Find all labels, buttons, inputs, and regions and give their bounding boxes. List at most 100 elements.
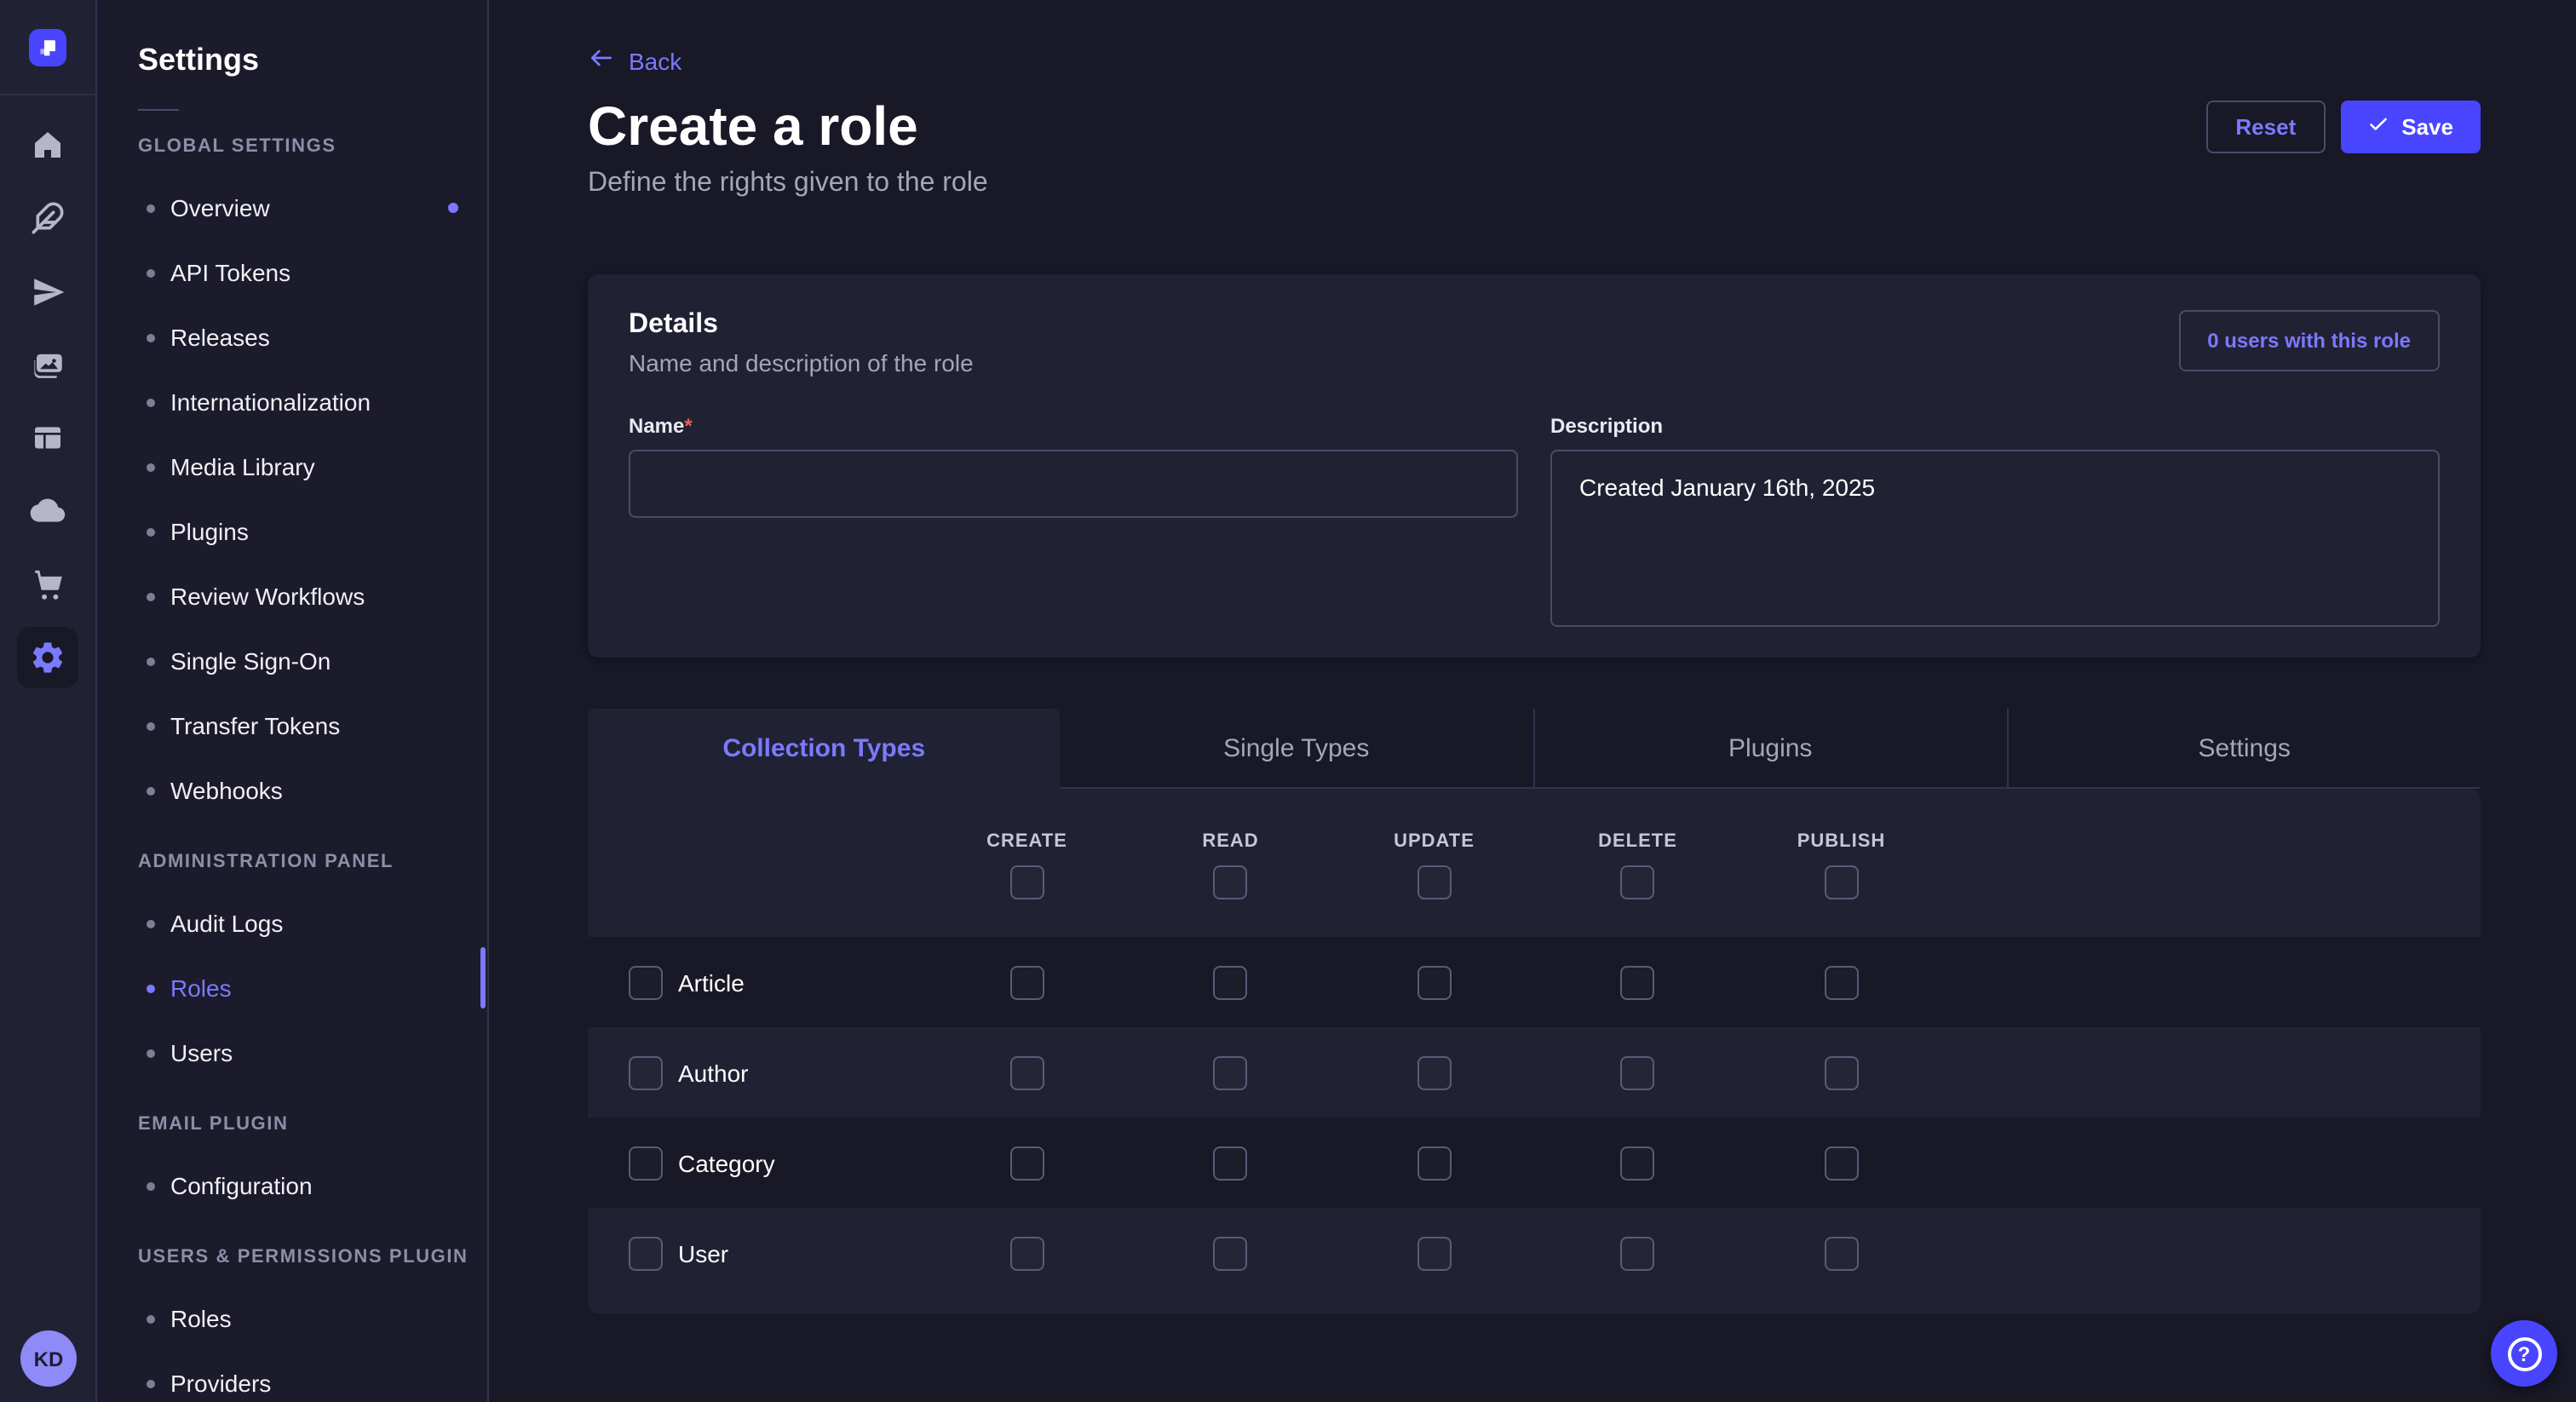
- cart-icon: [30, 566, 66, 602]
- sidebar-item-webhooks[interactable]: Webhooks: [97, 758, 487, 823]
- rail-button-pictures-icon[interactable]: [17, 334, 78, 395]
- sidebar-item-label: Configuration: [170, 1172, 313, 1199]
- checkbox[interactable]: [1010, 965, 1044, 999]
- sidebar-item-audit-logs[interactable]: Audit Logs: [97, 891, 487, 956]
- bullet-icon: [147, 721, 155, 730]
- sidebar-item-label: API Tokens: [170, 259, 290, 286]
- description-field-group: Description Created January 16th, 2025: [1550, 414, 2440, 635]
- tab-collection-types[interactable]: Collection Types: [588, 709, 1061, 789]
- rail-button-layout-icon[interactable]: [17, 407, 78, 468]
- description-textarea[interactable]: Created January 16th, 2025: [1550, 450, 2440, 627]
- checkbox[interactable]: [1010, 1236, 1044, 1270]
- section-label: EMAIL PLUGIN: [97, 1112, 487, 1136]
- table-row-author: Author: [588, 1027, 2481, 1118]
- sidebar-item-roles[interactable]: Roles: [97, 1286, 487, 1351]
- checkbox[interactable]: [1621, 865, 1655, 899]
- sidebar-item-providers[interactable]: Providers: [97, 1351, 487, 1402]
- table-row-category: Category: [588, 1118, 2481, 1208]
- checkbox[interactable]: [1621, 1146, 1655, 1180]
- sidebar-item-transfer-tokens[interactable]: Transfer Tokens: [97, 693, 487, 758]
- back-link[interactable]: Back: [588, 44, 681, 77]
- title-divider: [138, 109, 179, 111]
- checkbox[interactable]: [1825, 865, 1859, 899]
- rail-button-paper-plane-icon[interactable]: [17, 261, 78, 322]
- checkbox[interactable]: [1825, 1146, 1859, 1180]
- permissions-tabs: Collection TypesSingle TypesPluginsSetti…: [588, 709, 2481, 789]
- checkbox[interactable]: [1010, 1146, 1044, 1180]
- save-button[interactable]: Save: [2340, 101, 2481, 153]
- bullet-icon: [147, 984, 155, 992]
- rail-button-home-icon[interactable]: [17, 114, 78, 175]
- strapi-logo-icon: [36, 35, 60, 59]
- checkbox[interactable]: [1417, 865, 1452, 899]
- sidebar-item-internationalization[interactable]: Internationalization: [97, 370, 487, 434]
- rail-button-cloud-icon[interactable]: [17, 480, 78, 542]
- column-header-label: UPDATE: [1394, 831, 1475, 852]
- name-label: Name*: [629, 414, 1518, 440]
- tab-single-types[interactable]: Single Types: [1061, 709, 1533, 789]
- sidebar-item-overview[interactable]: Overview: [97, 175, 487, 240]
- checkbox[interactable]: [1825, 965, 1859, 999]
- help-button[interactable]: ?: [2491, 1320, 2557, 1387]
- strapi-logo[interactable]: [29, 28, 66, 66]
- checkbox[interactable]: [629, 1146, 663, 1180]
- checkbox[interactable]: [1417, 1236, 1452, 1270]
- sidebar-scrollbar-thumb[interactable]: [480, 947, 486, 1008]
- rail-button-gear-icon[interactable]: [17, 627, 78, 688]
- checkbox[interactable]: [629, 1055, 663, 1089]
- sidebar-item-releases[interactable]: Releases: [97, 305, 487, 370]
- checkbox[interactable]: [1621, 1055, 1655, 1089]
- checkbox[interactable]: [1621, 965, 1655, 999]
- sidebar-item-api-tokens[interactable]: API Tokens: [97, 240, 487, 305]
- table-row-user: User: [588, 1208, 2481, 1298]
- sidebar-item-configuration[interactable]: Configuration: [97, 1153, 487, 1218]
- checkbox[interactable]: [1214, 865, 1248, 899]
- checkbox[interactable]: [1214, 1055, 1248, 1089]
- checkbox[interactable]: [1010, 865, 1044, 899]
- checkbox[interactable]: [1214, 965, 1248, 999]
- tab-plugins[interactable]: Plugins: [1532, 709, 2007, 789]
- row-name-cell: Author: [588, 1055, 925, 1089]
- sidebar-item-label: Audit Logs: [170, 910, 283, 937]
- sidebar-item-roles[interactable]: Roles: [97, 956, 487, 1020]
- select-all-column-cell: [1129, 865, 1332, 899]
- checkbox[interactable]: [629, 965, 663, 999]
- checkbox[interactable]: [1621, 1236, 1655, 1270]
- sidebar-item-media-library[interactable]: Media Library: [97, 434, 487, 499]
- permission-cell: [1332, 1236, 1536, 1270]
- checkbox[interactable]: [1417, 1146, 1452, 1180]
- rail-button-cart-icon[interactable]: [17, 554, 78, 615]
- name-input[interactable]: [629, 450, 1518, 518]
- checkbox[interactable]: [629, 1236, 663, 1270]
- row-name-cell: Category: [588, 1146, 925, 1180]
- checkbox[interactable]: [1214, 1146, 1248, 1180]
- bullet-icon: [147, 786, 155, 795]
- user-avatar[interactable]: KD: [20, 1330, 77, 1387]
- reset-button[interactable]: Reset: [2206, 101, 2325, 153]
- question-mark-icon: ?: [2507, 1336, 2541, 1370]
- sidebar-item-review-workflows[interactable]: Review Workflows: [97, 564, 487, 629]
- permissions-table-body: ArticleAuthorCategoryUser: [588, 937, 2481, 1298]
- sidebar-item-users[interactable]: Users: [97, 1020, 487, 1085]
- checkbox[interactable]: [1417, 1055, 1452, 1089]
- sidebar-item-single-sign-on[interactable]: Single Sign-On: [97, 629, 487, 693]
- row-label: Category: [678, 1149, 775, 1176]
- details-title: Details: [629, 308, 974, 342]
- rail-button-feather-icon[interactable]: [17, 187, 78, 249]
- checkbox[interactable]: [1010, 1055, 1044, 1089]
- main-nav-rail: KD: [0, 0, 97, 1402]
- permissions-panel: CREATEREADUPDATEDELETEPUBLISH ArticleAut…: [588, 789, 2481, 1313]
- page-header-text: Create a role Define the rights given to…: [588, 97, 988, 199]
- sidebar-item-label: Roles: [170, 1305, 232, 1332]
- details-card: Details Name and description of the role…: [588, 274, 2481, 658]
- tab-settings[interactable]: Settings: [2007, 709, 2481, 789]
- sidebar-section: ADMINISTRATION PANELAudit LogsRolesUsers: [97, 850, 487, 1085]
- sidebar-item-plugins[interactable]: Plugins: [97, 499, 487, 564]
- checkbox[interactable]: [1825, 1055, 1859, 1089]
- checkbox[interactable]: [1825, 1236, 1859, 1270]
- checkbox[interactable]: [1417, 965, 1452, 999]
- checkbox[interactable]: [1214, 1236, 1248, 1270]
- users-with-role-button[interactable]: 0 users with this role: [2178, 310, 2440, 371]
- permission-cell: [1536, 1146, 1739, 1180]
- sidebar-section: USERS & PERMISSIONS PLUGINRolesProviders: [97, 1245, 487, 1402]
